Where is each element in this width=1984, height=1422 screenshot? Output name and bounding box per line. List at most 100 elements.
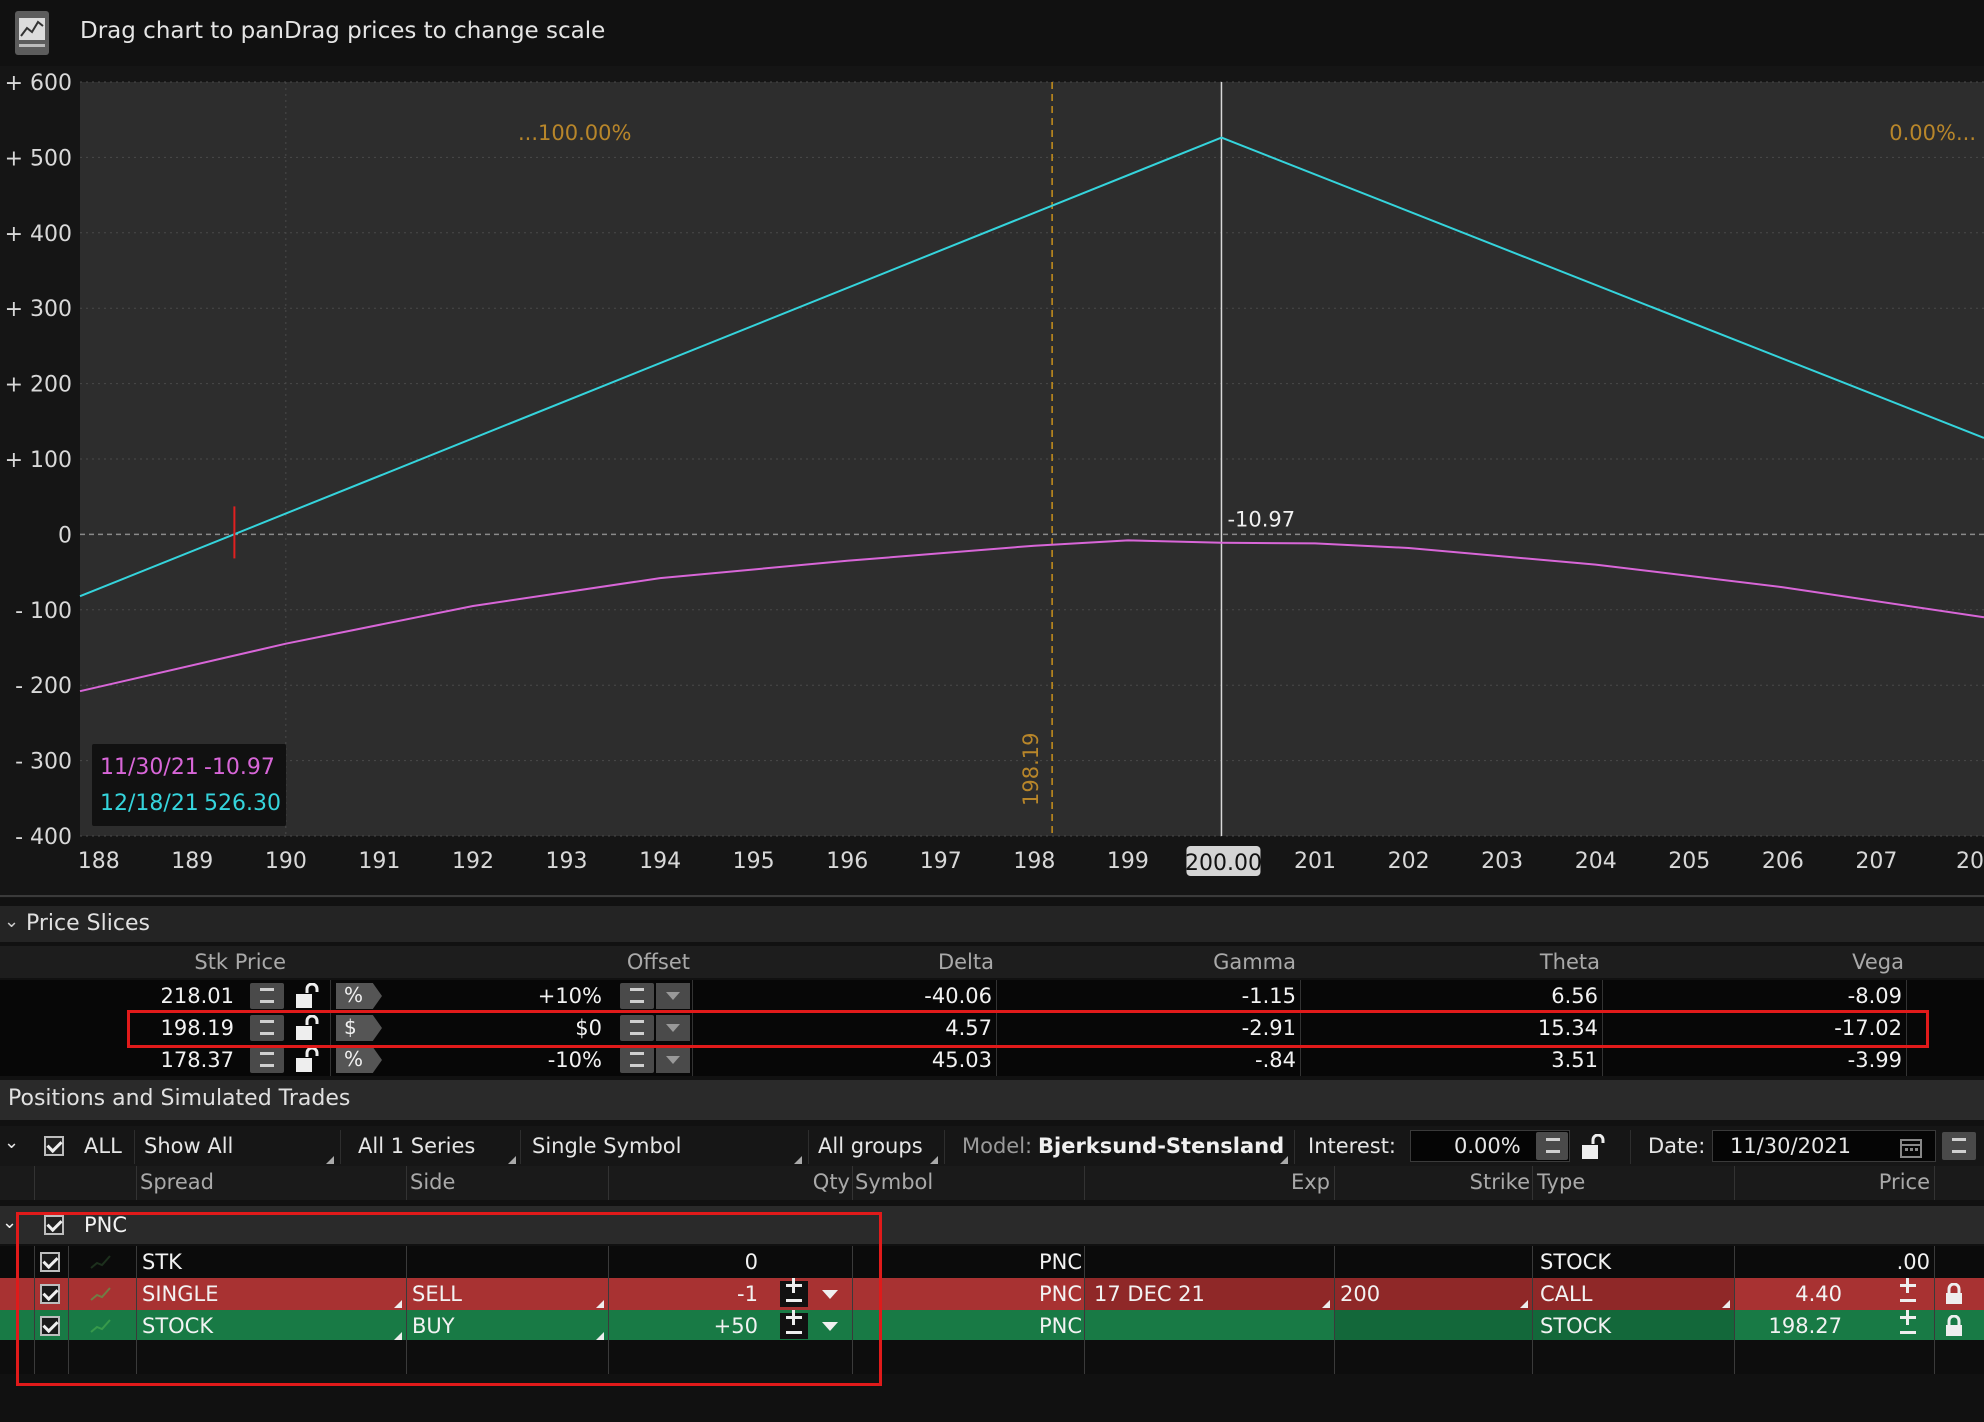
lock-icon[interactable] (1944, 1315, 1964, 1337)
symbol-mode-dropdown[interactable]: Single Symbol (532, 1134, 681, 1158)
stk-price-value[interactable]: 178.37 (120, 1048, 234, 1072)
gamma-value: -.84 (1255, 1048, 1296, 1072)
x-tick-label: 201 (1294, 849, 1336, 874)
annotation-right: 0.00%... (1889, 121, 1976, 145)
chevron-down-icon[interactable]: ⌄ (2, 1212, 17, 1233)
col-stk-price[interactable]: Stk Price (120, 950, 286, 974)
offset-dropdown[interactable] (656, 983, 690, 1009)
date-label: Date: (1648, 1134, 1706, 1158)
col-theta[interactable]: Theta (1450, 950, 1600, 974)
calendar-icon[interactable] (1900, 1138, 1922, 1158)
positions-title: Positions and Simulated Trades (8, 1086, 351, 1111)
offset-value[interactable]: +10% (480, 984, 602, 1008)
plot-area[interactable] (80, 82, 1984, 836)
y-tick-label: + 400 (5, 222, 72, 247)
series-dropdown[interactable]: All 1 Series (358, 1134, 475, 1158)
groups-dropdown[interactable]: All groups (818, 1134, 923, 1158)
unlock-icon[interactable] (1580, 1134, 1606, 1162)
x-tick-label: 192 (452, 849, 494, 874)
annotation-left: ...100.00% (518, 121, 631, 145)
y-tick-label: 0 (58, 523, 72, 548)
type-value[interactable]: STOCK (1540, 1314, 1611, 1338)
exp-value[interactable]: 17 DEC 21 (1094, 1282, 1205, 1306)
gamma-value: -1.15 (1241, 984, 1296, 1008)
price-slices-header[interactable]: ⌄ Price Slices (0, 906, 1984, 942)
offset-value[interactable]: -10% (480, 1048, 602, 1072)
col-type[interactable]: Type (1537, 1170, 1585, 1194)
unlock-icon[interactable] (294, 983, 320, 1011)
chart-svg[interactable]: + 600 + 500 + 400 + 300 + 200 + 100 0 - 100 - 20… (0, 66, 1984, 898)
legend-value: -10.97 (204, 755, 275, 780)
x-tick-label: 204 (1575, 849, 1617, 874)
price-slice-row[interactable]: 178.37% -10% 45.03 -.84 3.51 -3.99 (0, 1044, 1984, 1076)
x-tick-label: 199 (1107, 849, 1149, 874)
unlock-icon[interactable] (294, 1047, 320, 1075)
chevron-down-icon[interactable]: ⌄ (4, 911, 19, 932)
strike-value[interactable]: 200 (1340, 1282, 1380, 1306)
col-strike[interactable]: Strike (1430, 1170, 1530, 1194)
stk-price-stepper[interactable] (250, 1047, 284, 1073)
window-title: Drag chart to panDrag prices to change s… (80, 18, 606, 44)
date-stepper[interactable] (1942, 1132, 1976, 1160)
legend-date: 12/18/21 (100, 791, 199, 816)
x-tick-label: 190 (265, 849, 307, 874)
risk-profile-chart[interactable]: + 600 + 500 + 400 + 300 + 200 + 100 0 - 100 - 20… (0, 66, 1984, 898)
positions-column-headers: Spread Side Qty Symbol Exp Strike Type P… (0, 1166, 1984, 1200)
symbol-value: PNC (1038, 1250, 1082, 1274)
price-value[interactable]: 4.40 (1740, 1282, 1842, 1306)
col-vega[interactable]: Vega (1750, 950, 1904, 974)
date-value: 11/30/2021 (1730, 1134, 1852, 1158)
y-tick-label: - 200 (15, 674, 72, 699)
price-slices-column-headers: Stk Price Offset Delta Gamma Theta Vega (0, 946, 1984, 978)
lock-icon[interactable] (1944, 1283, 1964, 1305)
x-tick-label: 205 (1668, 849, 1710, 874)
type-value: STOCK (1540, 1250, 1612, 1274)
title-bar: Drag chart to panDrag prices to change s… (0, 0, 1984, 66)
y-tick-label: - 300 (15, 750, 72, 775)
interest-stepper[interactable] (1536, 1132, 1568, 1160)
col-exp[interactable]: Exp (1230, 1170, 1330, 1194)
chart-window-icon[interactable] (14, 10, 50, 56)
positions-header[interactable]: Positions and Simulated Trades (0, 1080, 1984, 1120)
y-tick-label: + 600 (5, 71, 72, 96)
y-tick-label: + 100 (5, 448, 72, 473)
col-price[interactable]: Price (1830, 1170, 1930, 1194)
symbol-value: PNC (1038, 1282, 1082, 1306)
x-tick-label: 194 (639, 849, 681, 874)
select-all-checkbox[interactable] (44, 1136, 64, 1156)
col-offset[interactable]: Offset (560, 950, 690, 974)
price-slices-title: Price Slices (26, 911, 150, 936)
theta-value: 6.56 (1551, 984, 1598, 1008)
offset-stepper[interactable] (620, 1047, 654, 1073)
offset-stepper[interactable] (620, 983, 654, 1009)
symbol-value: PNC (1038, 1314, 1082, 1338)
x-tick-label: 193 (546, 849, 588, 874)
x-tick-label: 206 (1762, 849, 1804, 874)
offset-unit-toggle[interactable]: % (336, 1047, 382, 1073)
price-stepper[interactable] (1894, 1278, 1922, 1307)
col-spread[interactable]: Spread (140, 1170, 214, 1194)
col-side[interactable]: Side (410, 1170, 455, 1194)
offset-dropdown[interactable] (656, 1047, 690, 1073)
price-slice-row[interactable]: 218.01% +10% -40.06 -1.15 6.56 -8.09 (0, 980, 1984, 1012)
y-tick-label: - 400 (15, 825, 72, 850)
col-gamma[interactable]: Gamma (1150, 950, 1296, 974)
x-tick-label: 202 (1388, 849, 1430, 874)
x-tick-label: 207 (1855, 849, 1897, 874)
price-value[interactable]: 198.27 (1740, 1314, 1842, 1338)
highlight-box-positions (16, 1212, 882, 1386)
highlight-box-current-price (127, 1010, 1929, 1048)
type-value[interactable]: CALL (1540, 1282, 1592, 1306)
col-qty[interactable]: Qty (780, 1170, 850, 1194)
offset-unit-toggle[interactable]: % (336, 983, 382, 1009)
price-stepper[interactable] (1894, 1310, 1922, 1339)
col-delta[interactable]: Delta (850, 950, 994, 974)
chevron-down-icon[interactable]: ⌄ (4, 1132, 19, 1153)
stk-price-value[interactable]: 218.01 (120, 984, 234, 1008)
model-dropdown[interactable]: Bjerksund-Stensland (1038, 1134, 1284, 1158)
col-symbol[interactable]: Symbol (855, 1170, 933, 1194)
show-all-dropdown[interactable]: Show All (144, 1134, 233, 1158)
current-price-label: 198.19 (1019, 733, 1043, 806)
x-tick-label: 197 (920, 849, 962, 874)
stk-price-stepper[interactable] (250, 983, 284, 1009)
